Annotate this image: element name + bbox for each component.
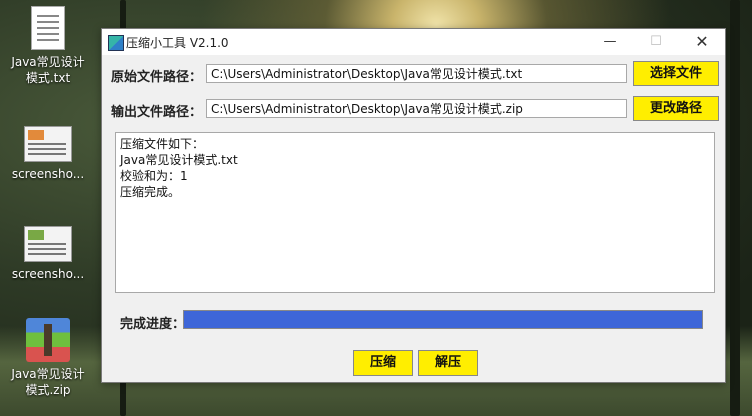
- desktop-icon-java-txt[interactable]: Java常见设计模式.txt: [8, 6, 88, 86]
- app-icon: [108, 35, 124, 51]
- maximize-button[interactable]: ☐: [633, 29, 679, 55]
- image-file-icon: [24, 226, 72, 262]
- log-line: Java常见设计模式.txt: [120, 153, 238, 167]
- source-path-label: 原始文件路径：: [111, 70, 203, 85]
- source-path-field[interactable]: C:\Users\Administrator\Desktop\Java常见设计模…: [206, 64, 627, 83]
- minimize-button[interactable]: —: [587, 29, 633, 55]
- desktop-icon-screenshot-2[interactable]: screensho...: [8, 226, 88, 282]
- compress-tool-window: 压缩小工具 V2.1.0 — ☐ ✕ 原始文件路径： C:\Users\Admi…: [101, 28, 726, 383]
- window-title: 压缩小工具 V2.1.0: [126, 36, 229, 50]
- text-file-icon: [31, 6, 65, 50]
- close-button[interactable]: ✕: [679, 29, 725, 55]
- decompress-button[interactable]: 解压: [418, 350, 478, 376]
- progress-bar: [183, 310, 703, 329]
- progress-bar-fill: [184, 311, 702, 328]
- log-line: 校验和为：1: [120, 169, 188, 183]
- compress-button[interactable]: 压缩: [353, 350, 413, 376]
- log-line: 压缩文件如下：: [120, 137, 205, 151]
- log-line: 压缩完成。: [120, 185, 181, 199]
- wallpaper-tree: [730, 0, 740, 416]
- desktop-icon-java-zip[interactable]: Java常见设计模式.zip: [8, 318, 88, 398]
- progress-label: 完成进度：: [120, 317, 186, 332]
- log-output-area[interactable]: 压缩文件如下： Java常见设计模式.txt 校验和为：1 压缩完成。: [115, 132, 715, 293]
- title-bar[interactable]: 压缩小工具 V2.1.0 — ☐ ✕: [102, 29, 725, 55]
- output-path-field[interactable]: C:\Users\Administrator\Desktop\Java常见设计模…: [206, 99, 627, 118]
- select-file-button[interactable]: 选择文件: [633, 61, 719, 86]
- zip-archive-icon: [26, 318, 70, 362]
- image-file-icon: [24, 126, 72, 162]
- desktop-icon-screenshot-1[interactable]: screensho...: [8, 126, 88, 182]
- output-path-label: 输出文件路径：: [111, 105, 203, 120]
- change-path-button[interactable]: 更改路径: [633, 96, 719, 121]
